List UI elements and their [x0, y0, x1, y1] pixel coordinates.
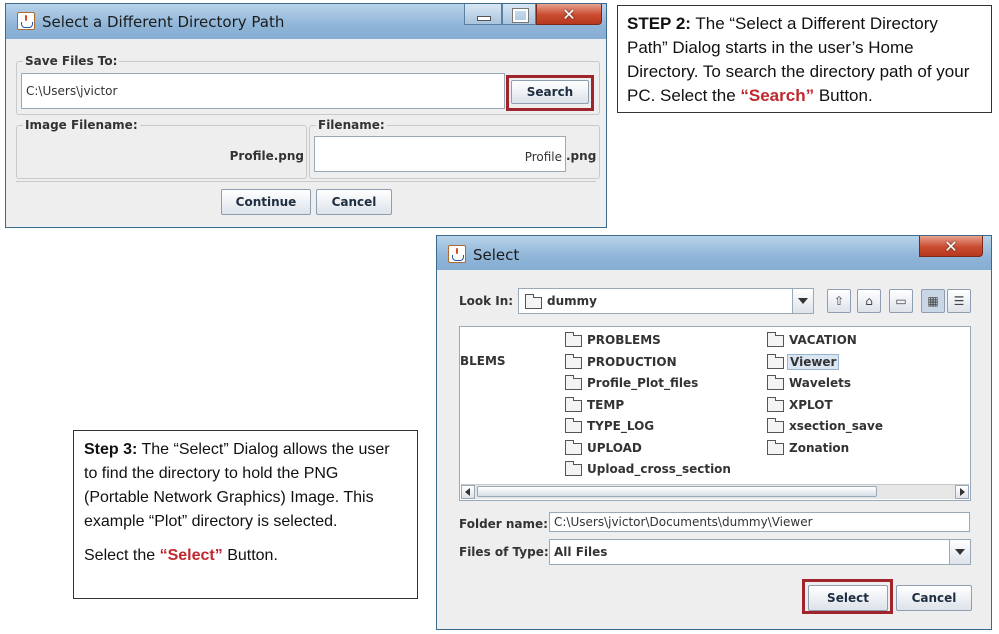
- folder-icon: [767, 354, 784, 369]
- step2-lead: STEP 2:: [627, 14, 691, 33]
- list-item-label: Upload_cross_section: [587, 462, 731, 476]
- extension-label: .png: [566, 149, 597, 163]
- folder-icon: [767, 397, 784, 412]
- scroll-thumb[interactable]: [477, 486, 877, 497]
- step2-tail: Button.: [814, 86, 873, 105]
- dialog1-title: Select a Different Directory Path: [42, 13, 285, 31]
- cancel-button[interactable]: Cancel: [896, 585, 972, 611]
- folder-icon: [565, 397, 582, 412]
- folder-icon: [767, 375, 784, 390]
- maximize-button[interactable]: [502, 4, 536, 25]
- folder-icon: [565, 461, 582, 476]
- up-folder-button[interactable]: ⇧: [827, 289, 851, 313]
- list-item-label: PRODUCTION: [587, 355, 677, 369]
- image-filename-group: Image Filename: Profile.png: [16, 118, 307, 179]
- list-view-button[interactable]: ▦: [921, 289, 945, 313]
- filename-group: Filename: Profile .png: [309, 118, 600, 179]
- step3-button-name: “Select”: [159, 547, 223, 564]
- folder-icon: [767, 418, 784, 433]
- folder-name-input[interactable]: C:\Users\jvictor\Documents\dummy\Viewer: [549, 512, 970, 532]
- image-filename-label: Image Filename:: [23, 118, 140, 132]
- close-button[interactable]: ✕: [919, 236, 983, 257]
- folder-icon: [565, 418, 582, 433]
- list-item-label: PROBLEMS: [587, 333, 661, 347]
- new-folder-button[interactable]: ▭: [889, 289, 913, 313]
- look-in-combo[interactable]: dummy: [518, 288, 814, 314]
- save-path-field[interactable]: C:\Users\jvictor: [21, 73, 505, 109]
- step2-text: STEP 2: The “Select a Different Director…: [627, 12, 982, 108]
- home-button[interactable]: ⌂: [857, 289, 881, 313]
- java-icon: [448, 245, 466, 263]
- step3-text: Step 3: The “Select” Dialog allows the u…: [84, 438, 407, 534]
- save-files-label: Save Files To:: [23, 54, 120, 68]
- minimize-button[interactable]: [464, 4, 502, 25]
- step3-instruction-tail: Button.: [222, 547, 278, 564]
- cancel-button[interactable]: Cancel: [316, 189, 392, 215]
- list-item-label: Wavelets: [789, 376, 851, 390]
- list-item-label: UPLOAD: [587, 441, 642, 455]
- close-button[interactable]: ✕: [536, 4, 602, 25]
- folder-icon: [565, 440, 582, 455]
- continue-button[interactable]: Continue: [221, 189, 311, 215]
- files-of-type-value: All Files: [554, 545, 608, 559]
- save-files-group: Save Files To: C:\Users\jvictor Search: [16, 54, 600, 115]
- partial-item-label: BLEMS: [460, 354, 506, 368]
- step3-instruction-lead: Select the: [84, 547, 160, 564]
- list-item-label: Zonation: [789, 441, 850, 455]
- step3-callout: Step 3: The “Select” Dialog allows the u…: [73, 430, 418, 599]
- step2-button-name: “Search”: [740, 86, 815, 105]
- files-of-type-label: Files of Type:: [459, 545, 549, 559]
- directory-path-dialog: Select a Different Directory Path ✕ Save…: [5, 3, 607, 228]
- list-item-label: TEMP: [587, 398, 625, 412]
- dialog1-divider: [16, 181, 596, 182]
- dialog1-title-bar[interactable]: Select a Different Directory Path ✕: [6, 4, 606, 39]
- list-item-label: XPLOT: [789, 398, 833, 412]
- dialog2-title: Select: [473, 246, 520, 264]
- chevron-right-icon: [960, 488, 965, 496]
- list-item-label: Viewer: [787, 354, 840, 370]
- folder-icon: [565, 375, 582, 390]
- list-item-label: TYPE_LOG: [587, 419, 655, 433]
- step2-callout: STEP 2: The “Select a Different Director…: [617, 5, 992, 113]
- java-icon: [17, 12, 35, 30]
- select-dialog: Select ✕ Look In: dummy ⇧ ⌂ ▭ ▦ ☰ BLEMS …: [436, 235, 992, 630]
- file-list[interactable]: BLEMS PROBLEMS PRODUCTION Profile_Plot_f…: [459, 326, 971, 501]
- chevron-down-icon[interactable]: [949, 540, 970, 564]
- filename-label: Filename:: [316, 118, 387, 132]
- image-filename-value: Profile.png: [229, 149, 304, 163]
- folder-icon: [565, 354, 582, 369]
- folder-icon: [525, 294, 542, 309]
- folder-name-label: Folder name:: [459, 517, 548, 531]
- filename-input[interactable]: Profile: [314, 136, 566, 172]
- horizontal-scrollbar[interactable]: [461, 484, 969, 499]
- step3-lead: Step 3:: [84, 441, 138, 458]
- folder-icon: [565, 332, 582, 347]
- look-in-value: dummy: [547, 294, 597, 308]
- list-item-label: xsection_save: [789, 419, 883, 433]
- folder-icon: [767, 332, 784, 347]
- look-in-label: Look In:: [459, 294, 514, 308]
- select-highlight: [802, 579, 893, 614]
- close-icon: ✕: [562, 5, 576, 24]
- chevron-down-icon[interactable]: [792, 289, 813, 313]
- chevron-left-icon: [465, 488, 470, 496]
- scroll-right-button[interactable]: [955, 485, 969, 499]
- search-highlight: [506, 75, 594, 111]
- dialog2-title-bar[interactable]: Select ✕: [437, 236, 991, 270]
- list-item-label: VACATION: [789, 333, 857, 347]
- folder-icon: [767, 440, 784, 455]
- files-of-type-combo[interactable]: All Files: [549, 539, 971, 565]
- scroll-left-button[interactable]: [461, 485, 475, 499]
- close-icon: ✕: [944, 237, 958, 256]
- details-view-button[interactable]: ☰: [947, 289, 971, 313]
- step3-instruction: Select the “Select” Button.: [84, 544, 407, 568]
- list-item-label: Profile_Plot_files: [587, 376, 699, 390]
